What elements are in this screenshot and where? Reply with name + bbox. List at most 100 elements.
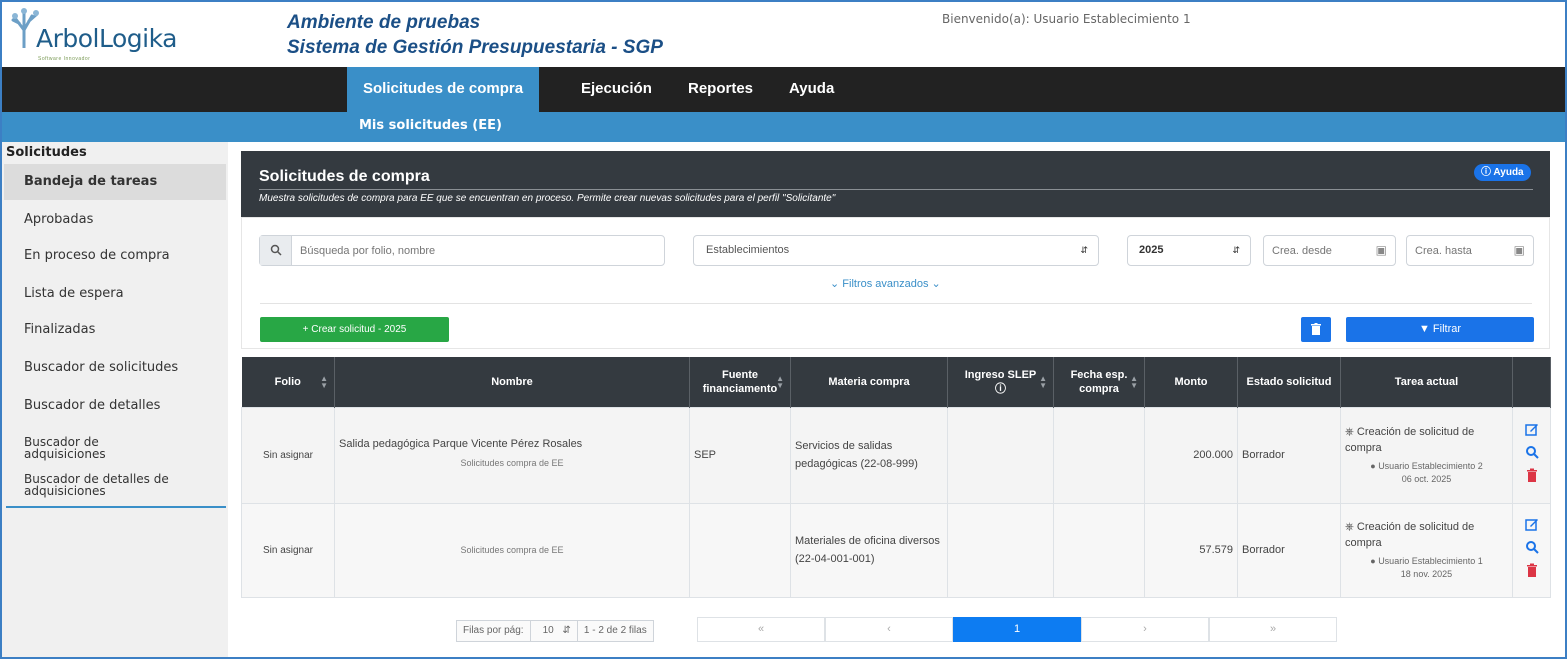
info-icon: ⓘ (1481, 167, 1494, 178)
edit-icon[interactable] (1524, 422, 1540, 438)
help-button[interactable]: ⓘ Ayuda (1474, 164, 1531, 181)
page-next[interactable]: › (1081, 617, 1209, 642)
sort-icon: ▲ ▼ (1130, 374, 1138, 390)
sidebar-item-aprobadas[interactable]: Aprobadas (4, 202, 226, 238)
cell-fuente: SEP (689, 406, 791, 504)
cell-materia: Servicios de salidas pedagógicas (22-08-… (790, 406, 948, 504)
cell-fecha (1053, 406, 1145, 504)
chevron-down-icon: ⌄ (928, 278, 941, 290)
cell-estado: Borrador (1237, 502, 1341, 598)
subnav-mis-solicitudes[interactable]: Mis solicitudes (EE) (359, 118, 502, 133)
trash-icon[interactable] (1524, 563, 1540, 579)
search-icon[interactable] (1524, 445, 1540, 461)
trash-icon[interactable] (1524, 468, 1540, 484)
calendar-icon[interactable]: ▣ (1376, 236, 1387, 265)
cell-nombre: Solicitudes compra de EE (334, 502, 690, 598)
date-from-field[interactable]: ▣ (1263, 235, 1396, 266)
calendar-icon[interactable]: ▣ (1514, 236, 1525, 265)
sort-icon: ▲ ▼ (776, 374, 784, 390)
col-folio[interactable]: Folio ▲ ▼ (241, 357, 335, 407)
sidebar-item-en-proceso[interactable]: En proceso de compra (4, 238, 226, 274)
panel-header-divider (259, 189, 1533, 190)
sidebar-item-bandeja[interactable]: Bandeja de tareas (4, 164, 226, 200)
search-icon[interactable] (1524, 540, 1540, 556)
system-title: Ambiente de pruebas Sistema de Gestión P… (287, 10, 663, 60)
sidebar-item-buscador-detalles-adquisiciones[interactable]: Buscador de detalles de adquisiciones (4, 473, 179, 497)
col-ingreso[interactable]: Ingreso SLEP ⓘ ▲ ▼ (947, 357, 1054, 407)
search-icon (260, 236, 292, 265)
col-fecha[interactable]: Fecha esp. compra ▲ ▼ (1053, 357, 1145, 407)
panel-description: Muestra solicitudes de compra para EE qu… (259, 193, 836, 204)
rows-per-page-select[interactable]: 10 ⇵ (530, 621, 578, 641)
sub-navbar: Mis solicitudes (EE) (2, 112, 1565, 142)
nav-solicitudes-compra[interactable]: Solicitudes de compra (347, 67, 540, 112)
sort-icon: ▲ ▼ (1039, 374, 1047, 390)
pagination: « ‹ 1 › » (697, 617, 1337, 642)
nav-reportes[interactable]: Reportes (672, 67, 769, 112)
sidebar-item-buscador-detalles[interactable]: Buscador de detalles (4, 388, 226, 424)
task-name: Creación de solicitud de compra (1345, 426, 1475, 454)
rows-range: 1 - 2 de 2 filas (577, 621, 653, 641)
plus-icon: + (302, 324, 312, 335)
cell-actions (1512, 406, 1551, 504)
nav-ayuda[interactable]: Ayuda (773, 67, 850, 112)
page-prev[interactable]: ‹ (825, 617, 953, 642)
inbox-icon: ⎈ (1345, 521, 1354, 533)
col-tarea[interactable]: Tarea actual (1340, 357, 1513, 407)
col-nombre[interactable]: Nombre (334, 357, 690, 407)
task-name: Creación de solicitud de compra (1345, 521, 1475, 549)
brand-logo[interactable]: ArbolLogika Software Innovador (6, 6, 226, 64)
cell-actions (1512, 502, 1551, 598)
page-current[interactable]: 1 (953, 617, 1081, 642)
col-materia[interactable]: Materia compra (790, 357, 948, 407)
rows-per-page: Filas por pág: 10 ⇵ 1 - 2 de 2 filas (456, 620, 654, 642)
clear-filters-button[interactable] (1301, 317, 1331, 342)
date-to-field[interactable]: ▣ (1406, 235, 1534, 266)
search-field[interactable] (259, 235, 665, 266)
cell-tarea: ⎈ Creación de solicitud de compra ● Usua… (1340, 502, 1513, 598)
cell-folio: Sin asignar (241, 406, 335, 504)
request-subtitle: Solicitudes compra de EE (460, 545, 564, 555)
col-estado[interactable]: Estado solicitud (1237, 357, 1341, 407)
sidebar-item-buscador-adquisiciones[interactable]: Buscador de adquisiciones (4, 436, 154, 460)
advanced-filters-toggle[interactable]: ⌄ Filtros avanzados ⌄ (830, 277, 941, 290)
brand-name: ArbolLogika (36, 24, 177, 53)
cell-folio: Sin asignar (241, 502, 335, 598)
sidebar-item-buscador-solicitudes[interactable]: Buscador de solicitudes (4, 350, 226, 386)
inbox-icon: ⎈ (1345, 426, 1354, 438)
date-to-input[interactable] (1415, 242, 1503, 259)
table-row[interactable]: Sin asignar Salida pedagógica Parque Vic… (241, 406, 1551, 504)
page-first[interactable]: « (697, 617, 825, 642)
request-subtitle: Solicitudes compra de EE (460, 457, 564, 468)
sort-icon: ▲ ▼ (320, 374, 328, 390)
page-last[interactable]: » (1209, 617, 1337, 642)
sidebar-item-finalizadas[interactable]: Finalizadas (4, 312, 226, 348)
year-select[interactable]: 2025 ⇵ (1127, 235, 1251, 266)
search-input[interactable] (300, 242, 650, 259)
filter-button[interactable]: ▼ Filtrar (1346, 317, 1534, 342)
select-arrows-icon: ⇵ (1080, 245, 1088, 255)
cell-estado: Borrador (1237, 406, 1341, 504)
date-from-input[interactable] (1272, 242, 1364, 259)
panel-header: Solicitudes de compra Muestra solicitude… (241, 151, 1550, 217)
col-monto[interactable]: Monto (1144, 357, 1238, 407)
main-navbar: Solicitudes de compra Ejecución Reportes… (2, 67, 1565, 112)
establishments-select[interactable]: Establecimientos ⇵ (693, 235, 1099, 266)
create-request-button[interactable]: + Crear solicitud - 2025 (260, 317, 449, 342)
task-user: ● Usuario Establecimiento 2 06 oct. 2025 (1370, 461, 1483, 484)
request-name: Salida pedagógica Parque Vicente Pérez R… (339, 437, 583, 450)
system-name: Sistema de Gestión Presupuestaria - SGP (287, 37, 663, 58)
cell-materia: Materiales de oficina diversos (22-04-00… (790, 502, 948, 598)
environment-label: Ambiente de pruebas (287, 12, 481, 33)
funnel-icon: ▼ (1418, 323, 1433, 335)
sidebar-divider (6, 506, 226, 508)
edit-icon[interactable] (1524, 517, 1540, 533)
col-fuente[interactable]: Fuente financiamento ▲ ▼ (689, 357, 791, 407)
sidebar-item-lista-espera[interactable]: Lista de espera (4, 276, 226, 312)
cell-fecha (1053, 502, 1145, 598)
nav-ejecucion[interactable]: Ejecución (565, 67, 668, 112)
cell-monto: 57.579 (1144, 502, 1238, 598)
table-row[interactable]: Sin asignar Solicitudes compra de EE Mat… (241, 502, 1551, 598)
cell-ingreso (947, 406, 1054, 504)
cell-monto: 200.000 (1144, 406, 1238, 504)
